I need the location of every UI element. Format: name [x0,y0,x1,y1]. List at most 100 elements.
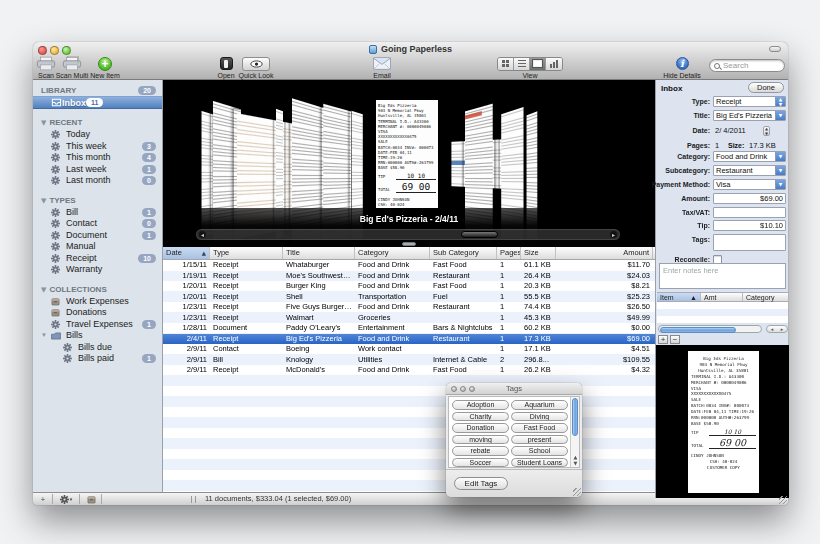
payment-method-combo[interactable]: Visa ▼ [713,179,786,190]
sidebar-item-inbox[interactable]: Inbox 11 [33,96,162,109]
zoom-button[interactable] [469,386,475,392]
coverflow-scrollbar[interactable]: ◂ ▸ [196,229,620,240]
sidebar-item-document[interactable]: Document1 [33,230,162,242]
table-row[interactable]: 1/28/11DocumentPaddy O'Leary'sEntertainm… [163,323,655,334]
sidebar-item-this-week[interactable]: This week3 [33,141,162,153]
table-row[interactable]: 1/19/11ReceiptMoe's Southwest GrillFood … [163,271,655,282]
view-chart-button[interactable] [546,58,562,70]
tag-button-fast-food[interactable]: Fast Food [511,423,568,433]
column-header-amount[interactable]: Amount [556,247,653,259]
statusbar-grip[interactable] [191,496,196,503]
add-button[interactable]: + [37,493,49,505]
tax-vat-field[interactable] [713,207,786,218]
tags-scroll-thumb[interactable] [572,398,578,436]
done-button[interactable]: Done [748,82,784,93]
email-button[interactable]: Email [367,56,397,79]
add-line-item-button[interactable]: + [658,335,668,344]
disclosure-triangle-icon[interactable]: ▼ [41,117,46,129]
type-popup[interactable]: Receipt ▲▼ [713,96,786,107]
close-button[interactable] [451,386,457,392]
sidebar-item-today[interactable]: Today [33,129,162,141]
items-hscroll-buttons[interactable]: ◂▸ [766,325,788,333]
table-row[interactable]: 2/9/11ContactBoeingWork contact117.1 KB$… [163,344,655,355]
tag-button-present[interactable]: present [511,435,568,445]
toolbar-toggle-button[interactable] [769,46,781,52]
disclosure-triangle-icon[interactable]: ▼ [41,284,46,296]
category-combo[interactable]: Food and Drink ▼ [713,151,786,162]
sidebar-item-bills-paid[interactable]: Bills paid1 [33,353,162,365]
sidebar-item-bills-due[interactable]: Bills due [33,342,162,354]
table-row[interactable]: 1/15/11ReceiptWhataburgerFood and DrinkF… [163,260,655,271]
scan-multi-button[interactable]: Scan Multi [55,56,89,79]
sidebar-item-last-month[interactable]: Last month0 [33,175,162,187]
view-grid-button[interactable] [498,58,514,70]
title-combo[interactable]: Big Ed's Pizzeria ▼ [713,110,786,121]
tag-button-charity[interactable]: Charity [452,412,509,422]
sidebar-item-bill[interactable]: Bill1 [33,207,162,219]
column-header-sub-category[interactable]: Sub Category [430,247,497,259]
items-hscrollbar[interactable] [658,325,762,333]
table-row[interactable]: 2/4/11ReceiptBig Ed's PizzeriaFood and D… [163,334,655,345]
scroll-right-icon[interactable]: ▸ [610,231,617,238]
items-col-item[interactable]: Item▲ [657,293,701,301]
tag-button-soccer[interactable]: Soccer [452,458,509,468]
sidebar-item-last-week[interactable]: Last week1 [33,164,162,176]
sidebar-item-bills[interactable]: ▼Bills [33,330,162,342]
table-row[interactable]: 1/20/11ReceiptBurger KingFood and DrinkF… [163,281,655,292]
tags-resize-grip[interactable] [573,488,581,496]
new-item-button[interactable]: + New Item [89,56,121,79]
sidebar-item-manual[interactable]: Manual [33,241,162,253]
notes-field[interactable]: Enter notes here [659,263,786,289]
archive-button[interactable] [84,493,98,505]
view-coverflow-button[interactable] [530,58,546,70]
column-header-size[interactable]: Size [521,247,556,259]
coverflow-selected-document[interactable]: Big Eds Pizzeria903 N Memorial PkwyHunts… [376,100,438,208]
quick-look-button[interactable]: Quick Look [236,56,276,79]
remove-line-item-button[interactable]: − [670,335,680,344]
disclosure-triangle-icon[interactable]: ▼ [41,195,46,207]
action-menu-button[interactable]: ▾ [57,493,75,505]
minimize-button[interactable] [460,386,466,392]
items-col-category[interactable]: Category [743,293,788,301]
amount-field[interactable]: $69.00 [713,193,786,204]
scroll-right-icon[interactable]: ▸ [781,326,784,332]
table-row[interactable]: 1/23/11ReceiptFive Guys Burgers...Food a… [163,302,655,313]
tip-field[interactable]: $10.10 [713,220,786,231]
splitter-handle[interactable] [402,242,416,246]
table-row[interactable]: 2/9/11ReceiptMcDonald'sFood and DrinkFas… [163,365,655,376]
table-row[interactable]: 2/9/11BillKnologyUtilitiesInternet & Cab… [163,355,655,366]
tag-button-adoption[interactable]: Adoption [452,400,509,410]
disclosure-triangle-icon[interactable]: ▼ [41,330,51,342]
subcategory-combo[interactable]: Restaurant ▼ [713,165,786,176]
tag-button-diving[interactable]: Diving [511,412,568,422]
column-header-title[interactable]: Title [283,247,355,259]
scroll-left-icon[interactable]: ◂ [199,231,206,238]
sidebar-item-work-expenses[interactable]: Work Expenses [33,296,162,308]
scroll-left-icon[interactable]: ◂ [771,326,774,332]
tags-field[interactable] [713,234,786,251]
search-input[interactable]: Search [709,59,785,72]
tag-button-donation[interactable]: Donation [452,423,509,433]
sidebar-item-contact[interactable]: Contact0 [33,218,162,230]
tag-button-moving[interactable]: moving [452,435,509,445]
tag-button-aquarium[interactable]: Aquarium [511,400,568,410]
column-header-type[interactable]: Type [210,247,283,259]
items-col-amt[interactable]: Amt [701,293,743,301]
sidebar-item-receipt[interactable]: Receipt10 [33,253,162,265]
table-row[interactable]: 1/23/11ReceiptWalmartGroceries145.3 KB$4… [163,313,655,324]
tag-button-rebate[interactable]: rebate [452,446,509,456]
window-resize-grip[interactable] [779,496,787,504]
coverflow-scroll-thumb[interactable] [461,231,498,238]
table-row[interactable]: 1/20/11ReceiptShellTransportationFuel155… [163,292,655,303]
column-header-category[interactable]: Category [355,247,430,259]
date-value[interactable]: 2/ 4/2011 [715,125,746,137]
view-list-button[interactable] [514,58,530,70]
tags-scrollbar[interactable]: ▲ ▼ [570,397,579,467]
tag-button-student-loans[interactable]: Student Loans [511,458,568,468]
scroll-down-icon[interactable]: ▼ [571,461,580,466]
column-header-date[interactable]: Date▲ [163,247,210,259]
sidebar-item-travel-expenses[interactable]: Travel Expenses1 [33,319,162,331]
column-header-pages[interactable]: Pages [497,247,521,259]
sidebar-item-warranty[interactable]: Warranty [33,264,162,276]
hide-details-button[interactable]: i Hide Details [662,56,702,79]
